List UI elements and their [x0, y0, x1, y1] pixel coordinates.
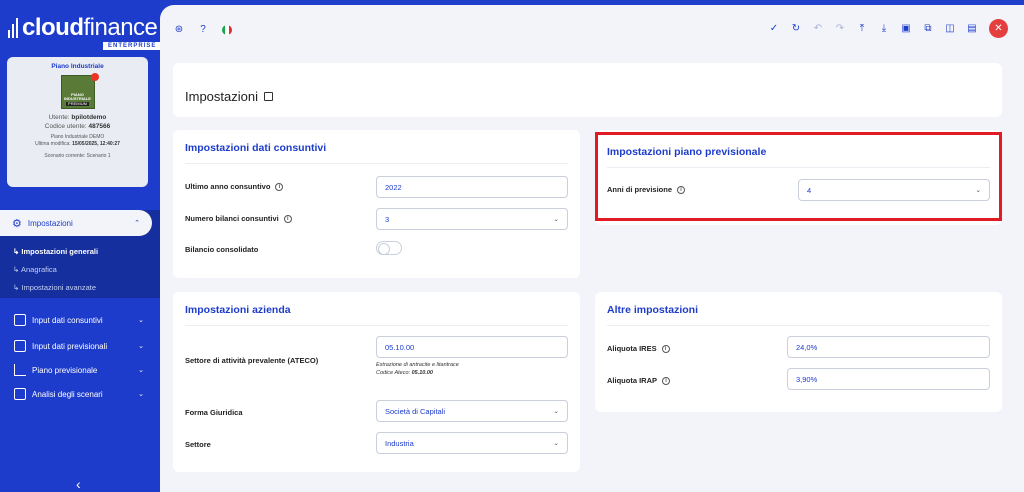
italian-flag-icon[interactable]	[222, 25, 232, 35]
plan-modified: Ultima modifica: 15/05/2025, 12:40:27	[35, 141, 120, 147]
close-icon[interactable]: ✕	[989, 19, 1008, 38]
copy-icon[interactable]: ⧉	[923, 23, 933, 34]
toolbar: ⊛ ? ✓ ↻ ↶ ↷ ⤒ ⤓ ▣ ⧉ ◫ ▤ ✕	[160, 5, 1024, 57]
card-altre-impostazioni: Altre impostazioni Aliquota IRES i 24,0% …	[595, 292, 1002, 412]
chevron-down-icon: ⌄	[553, 216, 559, 223]
card-piano-previsionale: Impostazioni piano previsionale Anni di …	[595, 130, 1002, 225]
gear-icon: ⚙	[12, 217, 22, 230]
settore-attivita-label: Settore di attività prevalente (ATECO)	[185, 356, 319, 365]
book-icon[interactable]	[263, 92, 273, 101]
ateco-field[interactable]: 05.10.00	[376, 336, 568, 358]
edit-icon	[14, 314, 26, 326]
aliquota-irap-field[interactable]: 3,90%	[787, 368, 990, 390]
ultimo-anno-label: Ultimo anno consuntivo i	[185, 182, 284, 191]
columns-icon	[14, 388, 26, 400]
aliquota-ires-field[interactable]: 24,0%	[787, 336, 990, 358]
brand-tag: ENTERPRISE	[103, 42, 162, 50]
sidebar-subitem-anagrafica[interactable]: ↳ Anagrafica	[13, 265, 57, 274]
chevron-down-icon: ⌄	[138, 317, 144, 324]
sidebar-item-impostazioni[interactable]: ⚙ Impostazioni ⌃	[0, 210, 152, 236]
plan-title: Piano Industriale	[51, 63, 104, 70]
divider	[607, 325, 990, 326]
card-impostazioni-azienda: Impostazioni azienda Settore di attività…	[173, 292, 580, 472]
ateco-hint: Estrazione di antracite e litantrace Cod…	[376, 362, 459, 376]
sidebar-item-analisi-scenari[interactable]: Analisi degli scenari ⌄	[14, 388, 144, 400]
info-icon[interactable]: i	[677, 185, 686, 194]
layout-icon[interactable]: ▤	[967, 23, 977, 34]
bilancio-consolidato-label: Bilancio consolidato	[185, 245, 259, 254]
anni-previsione-select[interactable]: 4 ⌄	[798, 179, 990, 201]
page-title-card: Impostazioni	[173, 63, 1002, 117]
aliquota-ires-label: Aliquota IRES i	[607, 344, 670, 353]
support-icon[interactable]: ⊛	[174, 25, 184, 35]
sidebar-subitem-impostazioni-avanzate[interactable]: ↳ Impostazioni avanzate	[13, 283, 96, 292]
plan-user-code: Codice utente: 487566	[44, 123, 111, 130]
brand-logo[interactable]: cloudfinance ENTERPRISE	[8, 12, 162, 50]
sidebar-item-piano-previsionale[interactable]: Piano previsionale ⌄	[14, 364, 144, 376]
chevron-down-icon: ⌄	[138, 391, 144, 398]
bilancio-consolidato-toggle[interactable]	[376, 241, 402, 255]
sidebar: cloudfinance ENTERPRISE Piano Industrial…	[0, 0, 162, 492]
columns-icon[interactable]: ◫	[945, 23, 955, 34]
card-dati-consuntivi: Impostazioni dati consuntivi Ultimo anno…	[173, 130, 580, 278]
edit-icon	[14, 340, 26, 352]
forma-giuridica-select[interactable]: Società di Capitali ⌄	[376, 400, 568, 422]
divider	[185, 163, 568, 164]
save-icon[interactable]: ▣	[901, 23, 911, 34]
redo-icon[interactable]: ↷	[835, 23, 845, 34]
info-icon[interactable]: i	[283, 214, 292, 223]
collapse-sidebar-icon[interactable]: ‹	[76, 476, 81, 492]
brand-name-bold: cloud	[22, 14, 84, 41]
divider	[607, 167, 990, 168]
chevron-down-icon: ⌄	[138, 367, 144, 374]
numero-bilanci-label: Numero bilanci consuntivi i	[185, 214, 292, 223]
upload-icon[interactable]: ⤒	[857, 23, 867, 34]
check-icon[interactable]: ✓	[769, 23, 779, 34]
page-title: Impostazioni	[185, 89, 258, 104]
plan-user: Utente: bpilotdemo	[48, 114, 107, 121]
plan-demo: Piano Industriale DEMO	[50, 134, 105, 140]
chevron-down-icon: ⌄	[553, 440, 559, 447]
sidebar-item-label: Impostazioni	[27, 218, 73, 228]
aliquota-irap-label: Aliquota IRAP i	[607, 376, 670, 385]
bar-chart-icon	[14, 364, 26, 376]
section-title: Impostazioni piano previsionale	[607, 146, 767, 158]
settore-label: Settore	[185, 440, 211, 449]
plan-card: Piano Industriale PIANO INDUSTRIALE PREM…	[7, 57, 148, 187]
info-icon[interactable]: i	[661, 344, 670, 353]
chevron-down-icon: ⌄	[138, 343, 144, 350]
sidebar-subitem-impostazioni-generali[interactable]: ↳ Impostazioni generali	[13, 247, 98, 256]
section-title: Altre impostazioni	[607, 304, 699, 316]
section-title: Impostazioni azienda	[185, 304, 291, 316]
plan-image: PIANO INDUSTRIALE PREMIUM	[60, 73, 99, 109]
sidebar-item-input-consuntivi[interactable]: Input dati consuntivi ⌄	[14, 314, 144, 326]
info-icon[interactable]: i	[662, 376, 670, 385]
plan-badge-icon	[90, 73, 99, 81]
logo-bars-icon	[8, 18, 18, 38]
download-icon[interactable]: ⤓	[879, 23, 889, 34]
info-icon[interactable]: i	[275, 182, 284, 191]
undo-icon[interactable]: ↶	[813, 23, 823, 34]
chevron-down-icon: ⌄	[975, 187, 981, 194]
refresh-icon[interactable]: ↻	[791, 23, 801, 34]
brand-name-thin: finance	[83, 14, 158, 41]
sidebar-item-input-previsionali[interactable]: Input dati previsionali ⌄	[14, 340, 144, 352]
ultimo-anno-field[interactable]: 2022	[376, 176, 568, 198]
chevron-up-icon: ⌃	[134, 220, 140, 227]
chevron-down-icon: ⌄	[553, 408, 559, 415]
forma-giuridica-label: Forma Giuridica	[185, 408, 243, 417]
plan-scenario: Scenario corrente: Scenario 1	[44, 153, 111, 159]
help-icon[interactable]: ?	[198, 25, 208, 35]
anni-previsione-label: Anni di previsione i	[607, 185, 686, 194]
numero-bilanci-select[interactable]: 3 ⌄	[376, 208, 568, 230]
main-content: ⊛ ? ✓ ↻ ↶ ↷ ⤒ ⤓ ▣ ⧉ ◫ ▤ ✕ Impostazioni I…	[160, 5, 1024, 492]
section-title: Impostazioni dati consuntivi	[185, 142, 327, 154]
plan-image-line3: PREMIUM	[66, 100, 89, 106]
divider	[185, 325, 568, 326]
settore-select[interactable]: Industria ⌄	[376, 432, 568, 454]
